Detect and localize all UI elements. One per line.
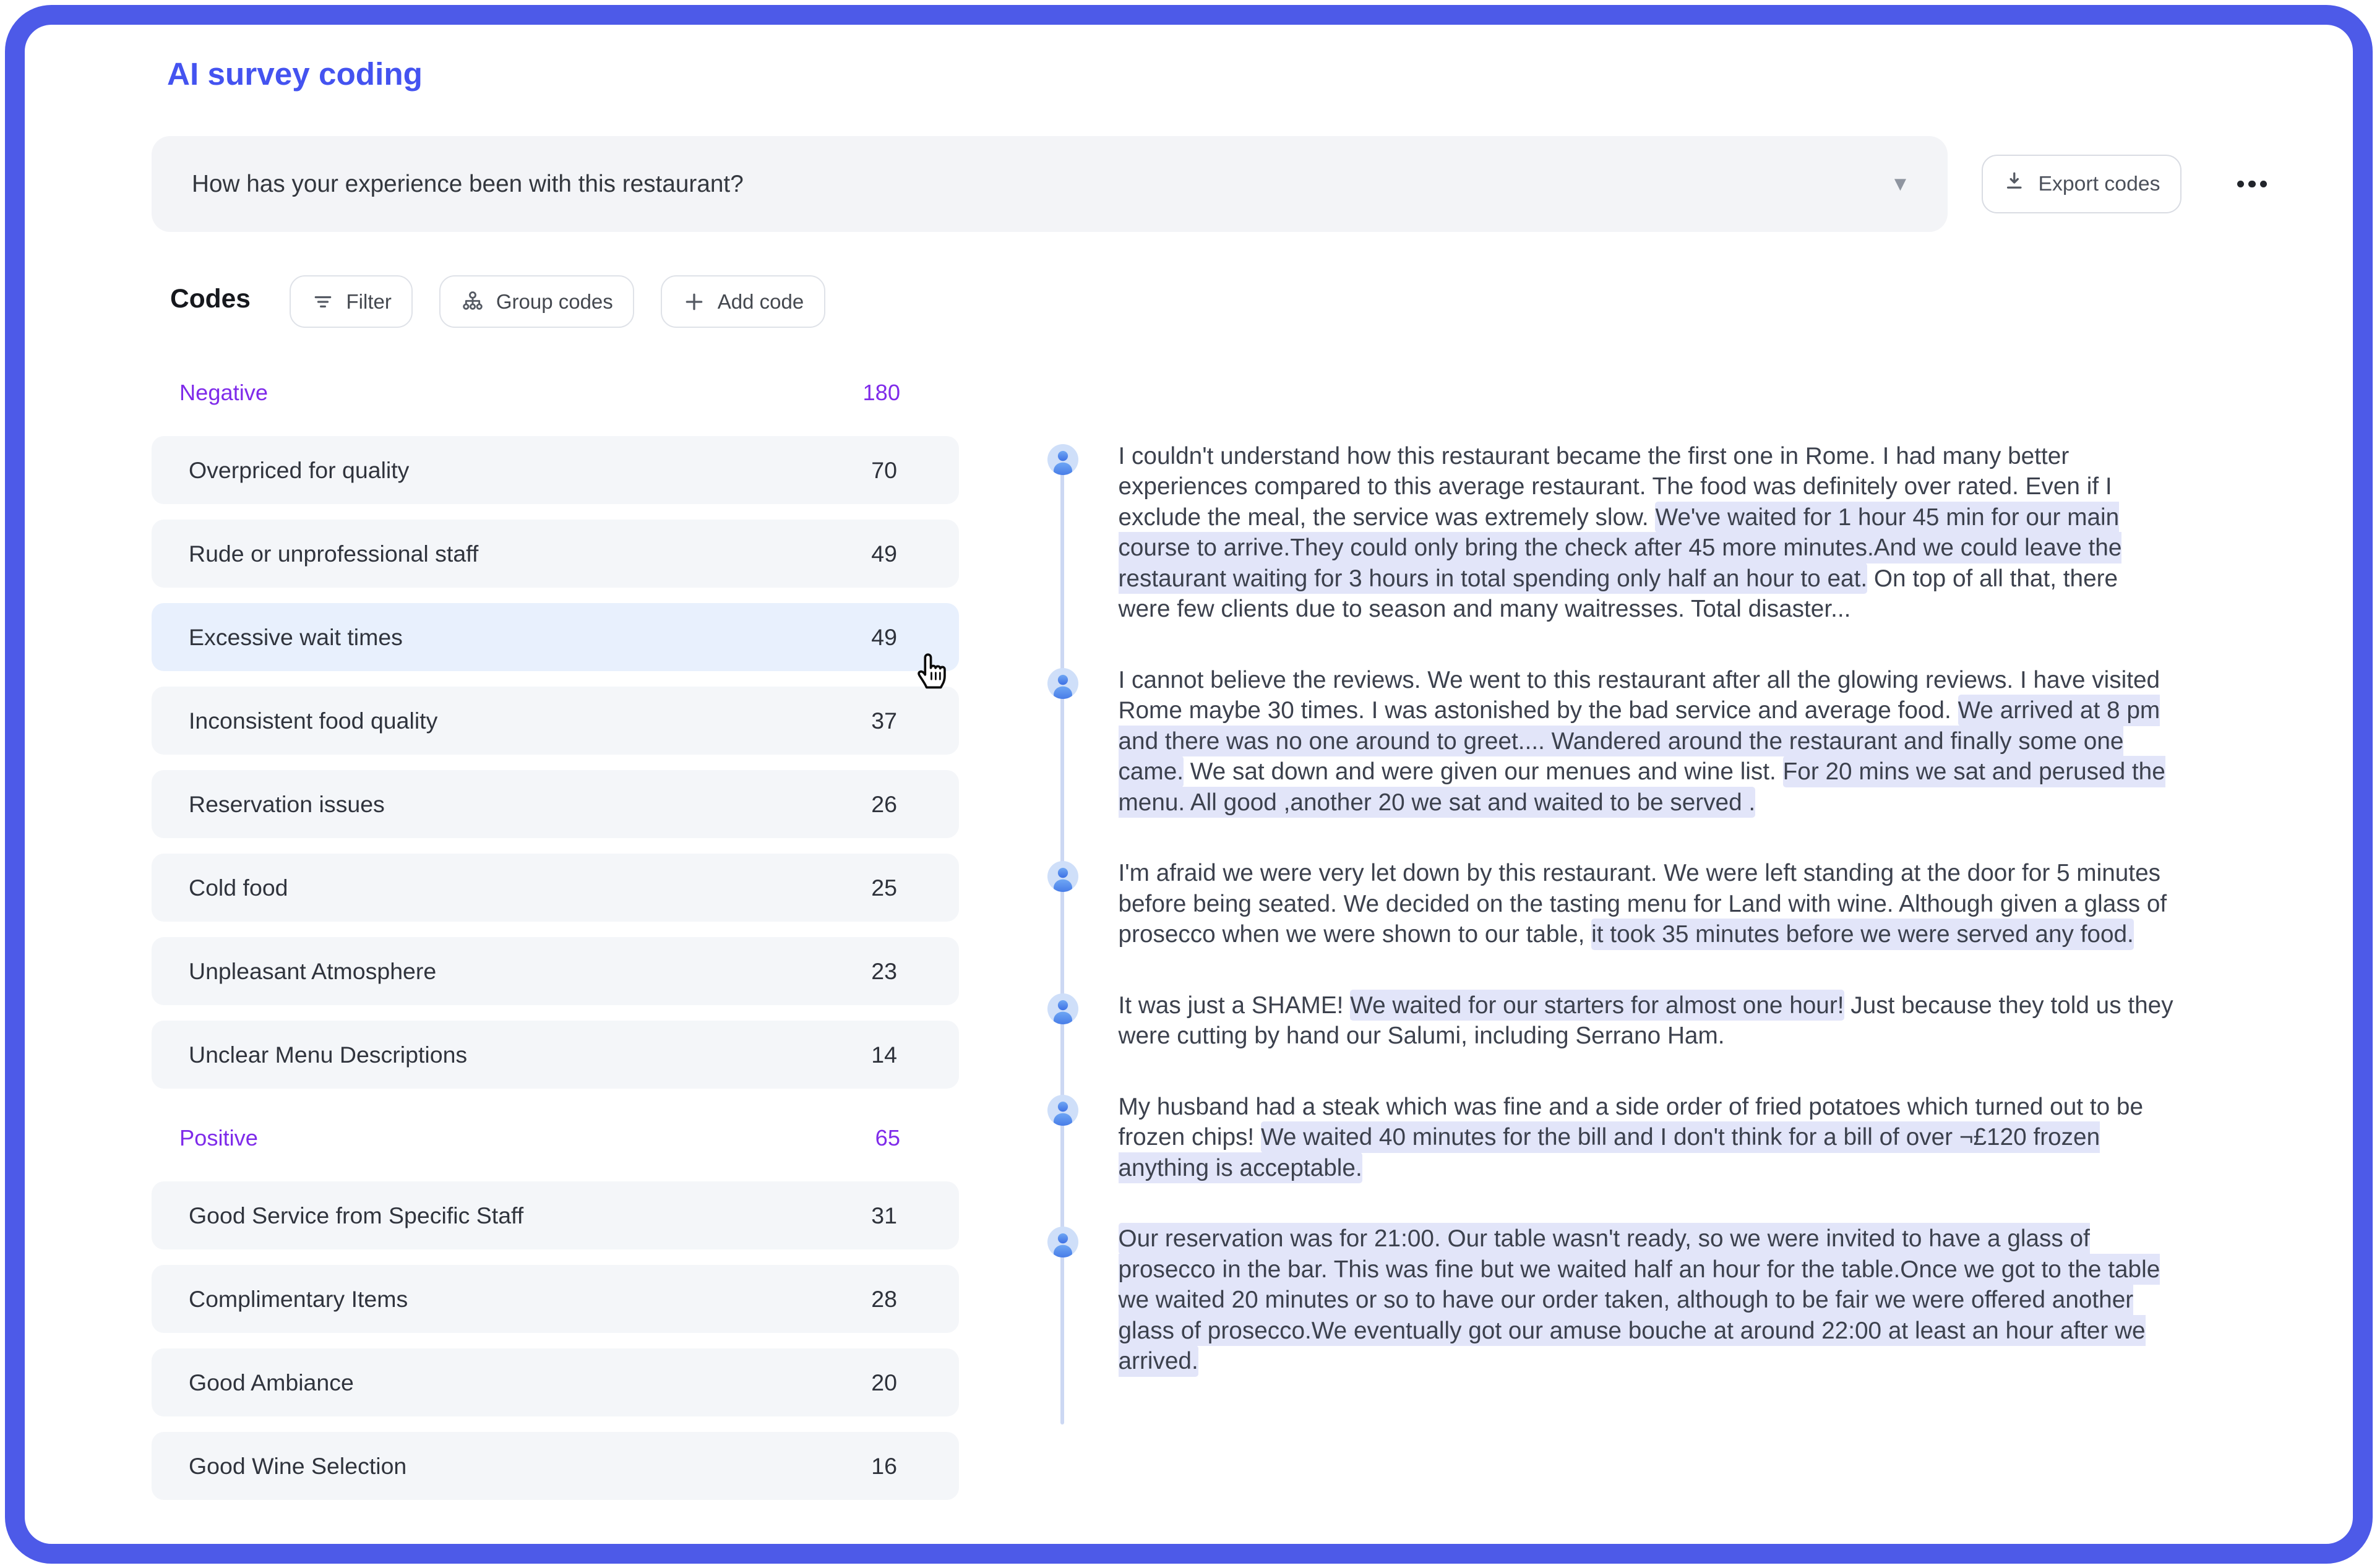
app-window: AI survey coding How has your experience… (0, 0, 2377, 1568)
response-item: I'm afraid we were very let down by this… (1047, 858, 2180, 950)
filter-label: Filter (346, 289, 392, 313)
avatar (1047, 665, 1119, 818)
code-row[interactable]: Complimentary Items 28 (152, 1265, 959, 1333)
code-label: Good Service from Specific Staff (189, 1202, 524, 1228)
group-codes-button[interactable]: Group codes (439, 275, 635, 328)
plus-icon (682, 289, 707, 314)
code-row[interactable]: Inconsistent food quality 37 (152, 687, 959, 755)
code-section: Negative 180 Overpriced for quality 70 R… (152, 371, 959, 1089)
codes-list: Negative 180 Overpriced for quality 70 R… (152, 371, 959, 1515)
page-title: AI survey coding (167, 56, 423, 92)
response-text: I'm afraid we were very let down by this… (1119, 858, 2177, 950)
code-row[interactable]: Overpriced for quality 70 (152, 436, 959, 504)
code-count: 49 (871, 623, 897, 650)
add-code-label: Add code (717, 289, 804, 313)
code-row[interactable]: Reservation issues 26 (152, 770, 959, 838)
code-row[interactable]: Cold food 25 (152, 854, 959, 922)
code-row[interactable]: Excessive wait times 49 (152, 603, 959, 671)
code-label: Overpriced for quality (189, 456, 410, 483)
code-section-header[interactable]: Positive 65 (152, 1116, 959, 1160)
code-count: 49 (871, 540, 897, 567)
person-icon (1047, 993, 1078, 1024)
code-count: 28 (871, 1285, 897, 1312)
code-row[interactable]: Unpleasant Atmosphere 23 (152, 937, 959, 1005)
code-label: Complimentary Items (189, 1285, 408, 1312)
more-options-button[interactable] (2218, 166, 2286, 203)
code-row[interactable]: Unclear Menu Descriptions 14 (152, 1021, 959, 1089)
code-label: Rude or unprofessional staff (189, 540, 479, 567)
code-count: 20 (871, 1369, 897, 1395)
section-rows: Good Service from Specific Staff 31 Comp… (152, 1181, 959, 1500)
code-label: Inconsistent food quality (189, 707, 438, 734)
avatar (1047, 1092, 1119, 1184)
code-row[interactable]: Rude or unprofessional staff 49 (152, 520, 959, 588)
section-name: Negative (179, 380, 269, 405)
highlighted-text[interactable]: Our reservation was for 21:00. Our table… (1118, 1223, 2160, 1377)
person-icon (1047, 667, 1078, 699)
code-label: Good Wine Selection (189, 1452, 407, 1479)
response-item: I couldn't understand how this restauran… (1047, 441, 2180, 625)
code-label: Excessive wait times (189, 623, 403, 650)
avatar (1047, 441, 1119, 625)
code-row[interactable]: Good Service from Specific Staff 31 (152, 1181, 959, 1249)
code-count: 14 (871, 1041, 897, 1068)
avatar (1047, 1223, 1119, 1377)
code-count: 70 (871, 456, 897, 483)
export-codes-label: Export codes (2038, 172, 2160, 195)
highlighted-text[interactable]: We waited for our starters for almost on… (1350, 989, 1844, 1021)
plain-text: It was just a SHAME! (1118, 992, 1351, 1019)
response-text: It was just a SHAME! We waited for our s… (1118, 989, 2177, 1052)
code-count: 37 (871, 707, 897, 734)
response-item: My husband had a steak which was fine an… (1047, 1092, 2180, 1184)
codes-heading: Codes (170, 285, 251, 314)
add-code-button[interactable]: Add code (660, 275, 825, 328)
section-count: 65 (875, 1125, 900, 1150)
code-label: Reservation issues (189, 790, 385, 817)
more-options-ellipsis-icon (2237, 180, 2244, 188)
code-label: Unpleasant Atmosphere (189, 958, 437, 984)
code-count: 25 (871, 874, 897, 901)
response-text: I couldn't understand how this restauran… (1118, 441, 2177, 625)
caret-down-icon: ▼ (1890, 173, 1911, 195)
response-text: I cannot believe the reviews. We went to… (1118, 665, 2177, 818)
response-text: My husband had a steak which was fine an… (1118, 1092, 2177, 1184)
download-icon (2003, 169, 2026, 199)
code-row[interactable]: Good Wine Selection 16 (152, 1432, 959, 1500)
highlighted-text[interactable]: it took 35 minutes before we were served… (1591, 919, 2134, 950)
highlighted-text[interactable]: We waited 40 minutes for the bill and I … (1118, 1121, 2100, 1184)
avatar (1047, 858, 1119, 950)
avatar (1047, 990, 1119, 1052)
group-codes-label: Group codes (496, 289, 613, 313)
person-icon (1047, 1227, 1078, 1257)
code-label: Cold food (189, 874, 288, 901)
response-text: Our reservation was for 21:00. Our table… (1118, 1223, 2177, 1377)
responses-panel: I couldn't understand how this restauran… (1047, 441, 2180, 1424)
code-count: 31 (871, 1202, 897, 1228)
response-item: It was just a SHAME! We waited for our s… (1047, 989, 2180, 1052)
code-section-header[interactable]: Negative 180 (152, 371, 959, 414)
person-icon (1047, 443, 1078, 475)
code-count: 26 (871, 790, 897, 817)
person-icon (1047, 1094, 1078, 1126)
code-count: 23 (871, 958, 897, 984)
plain-text: We sat down and were given our menues an… (1184, 758, 1783, 785)
person-icon (1047, 861, 1078, 892)
export-codes-button[interactable]: Export codes (1981, 155, 2181, 213)
filter-lines-icon (311, 289, 335, 314)
section-rows: Overpriced for quality 70 Rude or unprof… (152, 436, 959, 1089)
response-item: I cannot believe the reviews. We went to… (1047, 665, 2180, 818)
hierarchy-icon (460, 289, 485, 314)
section-name: Positive (179, 1125, 258, 1150)
question-text: How has your experience been with this r… (192, 170, 744, 197)
code-section: Positive 65 Good Service from Specific S… (152, 1116, 959, 1500)
filter-button[interactable]: Filter (289, 275, 413, 328)
code-label: Unclear Menu Descriptions (189, 1041, 468, 1068)
code-label: Good Ambiance (189, 1369, 354, 1395)
section-count: 180 (862, 380, 900, 405)
response-item: Our reservation was for 21:00. Our table… (1047, 1223, 2180, 1377)
code-count: 16 (871, 1452, 897, 1479)
code-row[interactable]: Good Ambiance 20 (152, 1348, 959, 1416)
codes-toolbar: Filter Group codes Add code (289, 275, 825, 328)
question-select[interactable]: How has your experience been with this r… (152, 136, 1948, 232)
